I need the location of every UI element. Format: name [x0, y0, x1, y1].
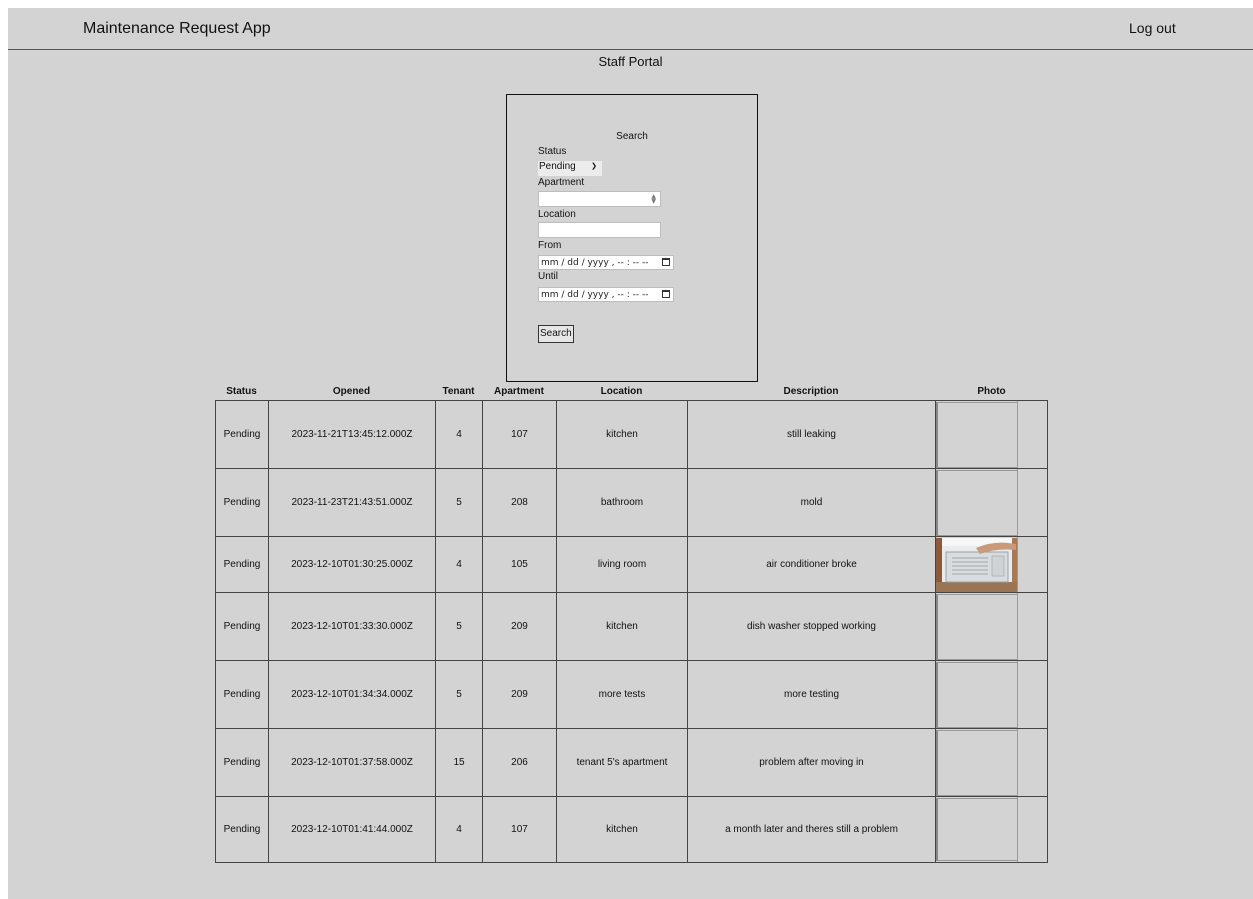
search-button[interactable]: Search: [538, 325, 574, 343]
cell-opened: 2023-12-10T01:34:34.000Z: [269, 661, 436, 728]
cell-tenant: 15: [436, 729, 483, 796]
spinner-icon[interactable]: ▲ ▼: [651, 194, 656, 205]
cell-opened: 2023-12-10T01:41:44.000Z: [269, 797, 436, 862]
cell-description: mold: [688, 469, 936, 536]
photo-divider: [1017, 537, 1018, 592]
cell-location: bathroom: [557, 469, 688, 536]
photo-divider: [1017, 797, 1018, 862]
cell-apartment: 105: [483, 537, 557, 592]
cell-tenant: 4: [436, 537, 483, 592]
apartment-label: Apartment: [538, 177, 585, 188]
cell-apartment: 206: [483, 729, 557, 796]
cell-tenant: 4: [436, 797, 483, 862]
cell-status: Pending: [216, 469, 269, 536]
cell-apartment: 209: [483, 593, 557, 660]
cell-status: Pending: [216, 797, 269, 862]
table-row[interactable]: Pending 2023-12-10T01:41:44.000Z 4 107 k…: [216, 797, 1047, 862]
apartment-input[interactable]: ▲ ▼: [538, 191, 661, 207]
cell-tenant: 5: [436, 593, 483, 660]
photo-placeholder: [936, 402, 1018, 468]
page-title: Staff Portal: [598, 54, 663, 69]
cell-description: more testing: [688, 661, 936, 728]
cell-status: Pending: [216, 401, 269, 468]
cell-status: Pending: [216, 593, 269, 660]
until-datetime-input[interactable]: mm / dd / yyyy , -- : -- --: [538, 287, 674, 302]
column-header-photo: Photo: [977, 386, 1006, 397]
from-datetime-placeholder: mm / dd / yyyy , -- : -- --: [541, 258, 649, 268]
cell-description: problem after moving in: [688, 729, 936, 796]
photo-divider: [1017, 729, 1018, 796]
navbar: Maintenance Request App Log out: [8, 8, 1253, 50]
cell-tenant: 4: [436, 401, 483, 468]
search-form: Search Status Pending ❯ Apartment ▲ ▼ Loc…: [506, 94, 758, 382]
cell-location: living room: [557, 537, 688, 592]
photo-placeholder: [936, 594, 1018, 660]
cell-opened: 2023-12-10T01:30:25.000Z: [269, 537, 436, 592]
cell-tenant: 5: [436, 661, 483, 728]
table-row[interactable]: Pending 2023-12-10T01:33:30.000Z 5 209 k…: [216, 593, 1047, 661]
cell-apartment: 209: [483, 661, 557, 728]
column-header-opened: Opened: [332, 386, 371, 397]
cell-location: more tests: [557, 661, 688, 728]
location-label: Location: [538, 209, 576, 220]
calendar-icon[interactable]: [662, 258, 670, 266]
air-conditioner-photo[interactable]: [936, 538, 1018, 592]
photo-divider: [1017, 593, 1018, 660]
from-label: From: [538, 240, 562, 251]
until-datetime-placeholder: mm / dd / yyyy , -- : -- --: [541, 290, 649, 300]
photo-placeholder: [936, 798, 1018, 861]
cell-apartment: 208: [483, 469, 557, 536]
status-select[interactable]: Pending ❯: [538, 161, 602, 176]
photo-divider: [1017, 469, 1018, 536]
cell-status: Pending: [216, 661, 269, 728]
from-datetime-input[interactable]: mm / dd / yyyy , -- : -- --: [538, 255, 674, 270]
requests-table: Pending 2023-11-21T13:45:12.000Z 4 107 k…: [215, 400, 1048, 863]
photo-placeholder: [936, 730, 1018, 796]
table-row[interactable]: Pending 2023-11-21T13:45:12.000Z 4 107 k…: [216, 401, 1047, 469]
cell-opened: 2023-11-21T13:45:12.000Z: [269, 401, 436, 468]
column-header-status: Status: [226, 386, 257, 397]
cell-description: dish washer stopped working: [688, 593, 936, 660]
cell-location: kitchen: [557, 401, 688, 468]
column-header-description: Description: [783, 386, 839, 397]
cell-description: still leaking: [688, 401, 936, 468]
until-label: Until: [538, 271, 559, 282]
cell-status: Pending: [216, 537, 269, 592]
status-label: Status: [538, 146, 567, 157]
calendar-icon[interactable]: [662, 290, 670, 298]
logout-link[interactable]: Log out: [1129, 20, 1176, 36]
cell-status: Pending: [216, 729, 269, 796]
photo-placeholder: [936, 662, 1018, 728]
chevron-down-icon: ❯: [591, 163, 597, 170]
table-row[interactable]: Pending 2023-12-10T01:37:58.000Z 15 206 …: [216, 729, 1047, 797]
cell-location: tenant 5's apartment: [557, 729, 688, 796]
photo-divider: [1017, 401, 1018, 468]
column-header-apartment: Apartment: [493, 386, 544, 397]
cell-location: kitchen: [557, 797, 688, 862]
photo-divider: [1017, 661, 1018, 728]
cell-location: kitchen: [557, 593, 688, 660]
cell-opened: 2023-11-23T21:43:51.000Z: [269, 469, 436, 536]
table-row[interactable]: Pending 2023-12-10T01:30:25.000Z 4 105 l…: [216, 537, 1047, 593]
app-root: Maintenance Request App Log out Staff Po…: [8, 8, 1253, 899]
table-row[interactable]: Pending 2023-12-10T01:34:34.000Z 5 209 m…: [216, 661, 1047, 729]
column-header-location: Location: [600, 386, 643, 397]
cell-apartment: 107: [483, 401, 557, 468]
cell-opened: 2023-12-10T01:37:58.000Z: [269, 729, 436, 796]
table-row[interactable]: Pending 2023-11-23T21:43:51.000Z 5 208 b…: [216, 469, 1047, 537]
cell-description: air conditioner broke: [688, 537, 936, 592]
column-header-tenant: Tenant: [442, 386, 475, 397]
status-select-value: Pending: [539, 161, 576, 172]
cell-opened: 2023-12-10T01:33:30.000Z: [269, 593, 436, 660]
location-input[interactable]: [538, 222, 661, 238]
search-form-title: Search: [616, 131, 648, 142]
cell-description: a month later and theres still a problem: [688, 797, 936, 862]
photo-placeholder: [936, 470, 1018, 536]
app-title[interactable]: Maintenance Request App: [83, 20, 271, 38]
cell-tenant: 5: [436, 469, 483, 536]
cell-apartment: 107: [483, 797, 557, 862]
